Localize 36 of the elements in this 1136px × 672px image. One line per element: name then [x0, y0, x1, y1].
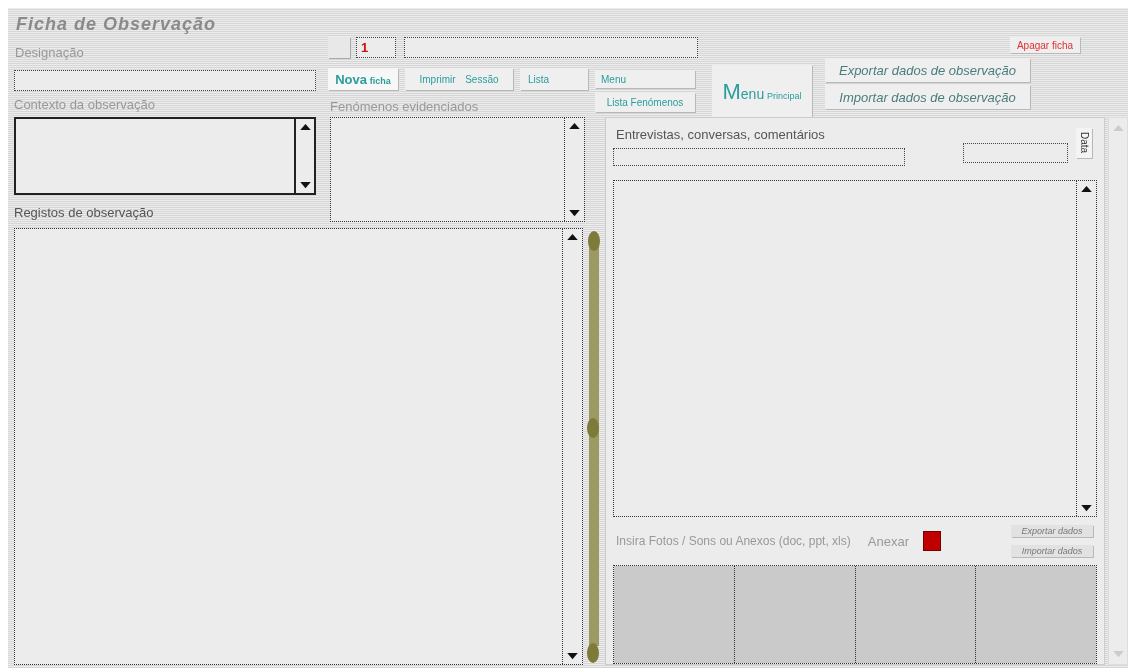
list-button[interactable]: Lista Fenómenos [595, 93, 695, 112]
main-menu-button[interactable]: Menu Principal [712, 65, 812, 118]
scroll-down-icon[interactable] [299, 182, 311, 189]
import-button[interactable]: Importar dados [1011, 545, 1093, 558]
attachments-label: Insira Fotos / Sons ou Anexos (doc, ppt, xls) [615, 534, 851, 549]
export-button[interactable]: Exportar dados [1011, 525, 1093, 538]
scroll-up-icon[interactable] [567, 233, 578, 240]
form-title: Ficha de Observação [15, 14, 218, 35]
menu-button[interactable]: Menu [595, 70, 695, 88]
section-label: Entrevistas, conversas, comentários [615, 127, 826, 142]
scroll-up-icon[interactable] [1081, 184, 1092, 192]
text-area[interactable] [14, 117, 316, 195]
text-field[interactable] [14, 70, 316, 91]
field-label: Contexto da observação [13, 97, 156, 112]
attach-button[interactable] [923, 531, 941, 552]
date-button[interactable]: Data [1076, 128, 1092, 158]
import-button[interactable]: Importar dados de observação [825, 85, 1030, 109]
scroll-down-icon[interactable] [567, 653, 578, 660]
field-label: Fenómenos evidenciados [329, 99, 480, 114]
text-field[interactable] [404, 37, 698, 58]
scroll-up-icon[interactable] [299, 123, 311, 130]
slider-drawing[interactable] [587, 228, 601, 665]
attach-label: Anexar [866, 533, 909, 549]
delete-button[interactable]: Apagar ficha [1010, 37, 1080, 53]
new-record-button[interactable]: Nova ficha [328, 68, 398, 90]
scroll-up-icon[interactable] [569, 122, 580, 129]
date-field[interactable] [963, 143, 1068, 163]
text-field[interactable] [613, 148, 905, 166]
list-button[interactable]: Lista [520, 68, 588, 90]
field-label: Registos de observação [14, 205, 155, 220]
export-button[interactable]: Exportar dados de observação [825, 58, 1030, 82]
record-number-field[interactable]: 1 [356, 37, 396, 58]
field-label: Designação [14, 45, 85, 60]
scroll-down-icon[interactable] [569, 210, 580, 217]
scroll-down-icon[interactable] [1081, 505, 1092, 513]
print-button[interactable]: Imprimir Sessão [405, 68, 513, 90]
